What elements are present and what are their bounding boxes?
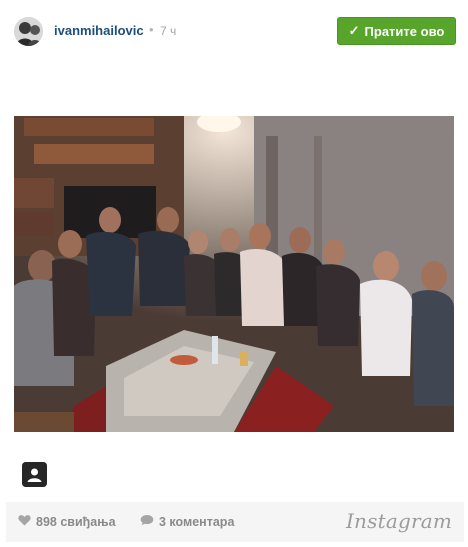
likes-count[interactable]: 898 свиђања [18,514,116,529]
username-link[interactable]: ivanmihailovic [54,23,144,38]
comment-bubble-icon [140,514,154,529]
separator-dot: • [149,22,154,37]
post-photo-image [14,116,454,432]
post-photo[interactable] [14,116,454,432]
heart-icon [18,514,31,529]
instagram-logo[interactable]: Instagram [346,509,452,533]
comments-count[interactable]: 3 коментара [140,514,234,529]
post-header: ivanmihailovic • 7 ч ✓ Пратите ово [0,0,468,62]
likes-label: 898 свиђања [36,514,116,529]
avatar[interactable] [14,17,43,46]
check-icon: ✓ [348,23,360,38]
comments-label: 3 коментара [159,514,235,529]
follow-button-label: Пратите ово [364,23,445,39]
follow-button[interactable]: ✓ Пратите ово [337,17,456,45]
post-footer: 898 свиђања 3 коментара Instagram [6,502,464,542]
user-tag-icon[interactable] [22,462,47,487]
post-time[interactable]: 7 ч [160,24,176,38]
avatar-image [14,17,43,46]
